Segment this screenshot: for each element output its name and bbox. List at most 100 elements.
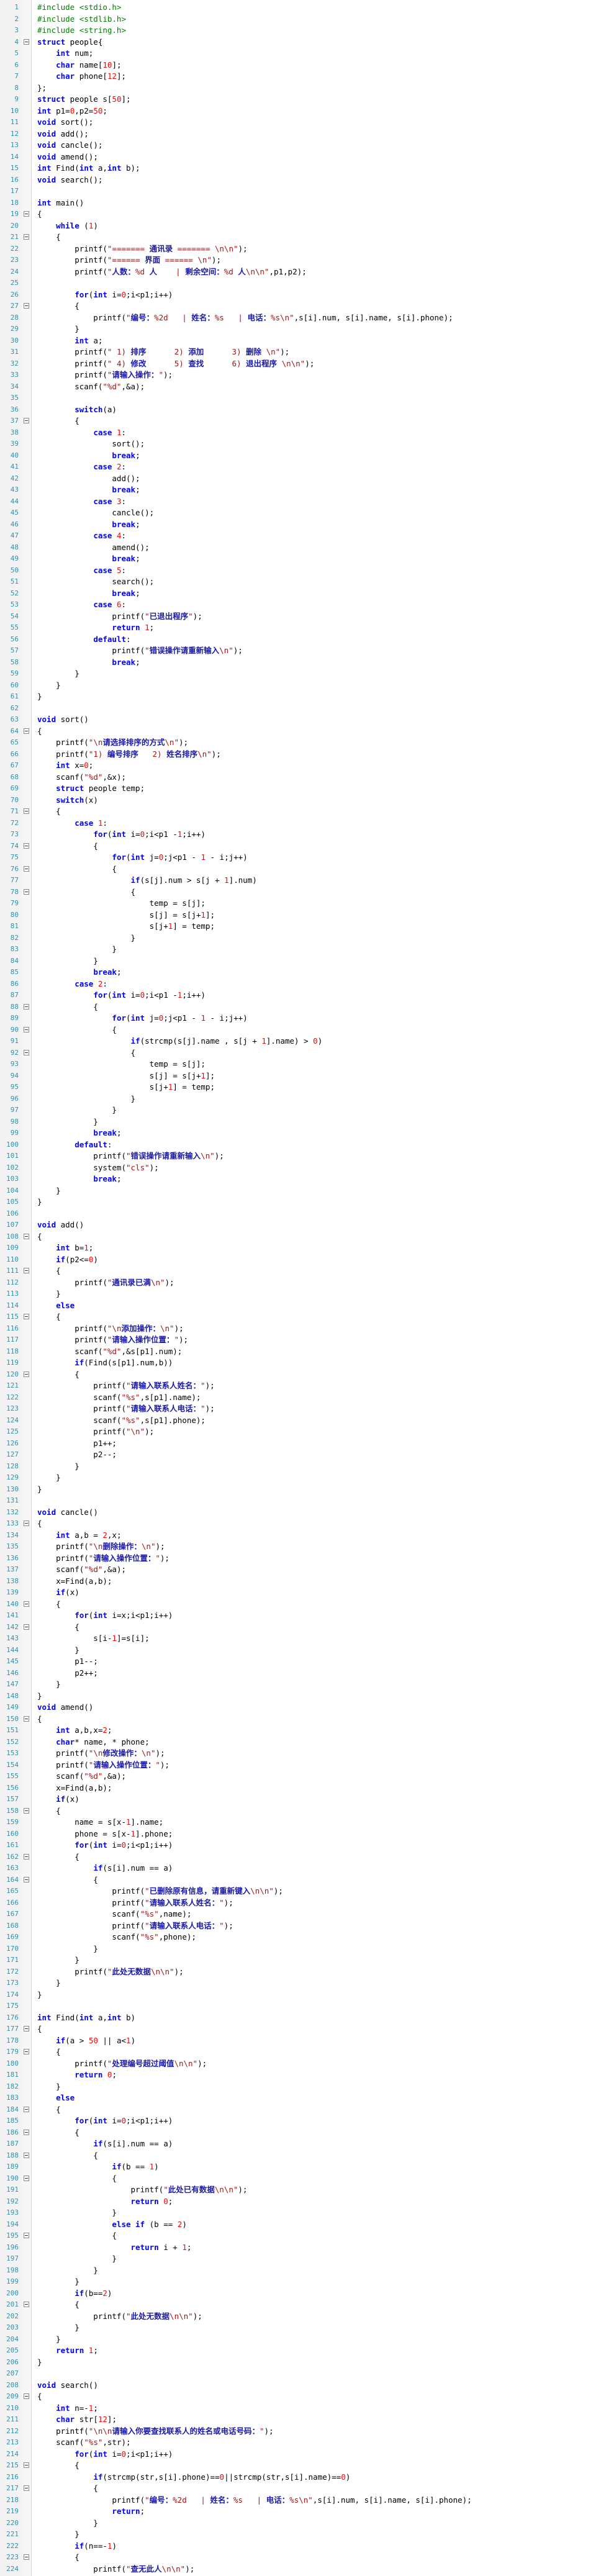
fold-collapse-icon[interactable]: [24, 2393, 29, 2399]
fold-collapse-icon[interactable]: [24, 2175, 29, 2181]
code-line[interactable]: 126 p1++;: [0, 1438, 616, 1449]
code-line[interactable]: 215 {: [0, 2460, 616, 2471]
code-line[interactable]: 40 break;: [0, 450, 616, 461]
fold-collapse-icon[interactable]: [24, 1268, 29, 1273]
code-line[interactable]: 117 printf("请输入操作位置：");: [0, 1334, 616, 1345]
code-line[interactable]: 164 {: [0, 1874, 616, 1886]
code-line[interactable]: 86 case 2:: [0, 978, 616, 990]
fold-collapse-icon[interactable]: [24, 1715, 29, 1722]
code-line[interactable]: 102 system("cls");: [0, 1162, 616, 1173]
code-line[interactable]: 208 void search(): [0, 2380, 616, 2391]
fold-collapse-icon[interactable]: [24, 2129, 29, 2135]
code-line[interactable]: 222 if(n==-1): [0, 2541, 616, 2552]
code-line[interactable]: 149 void amend(): [0, 1702, 616, 1713]
code-line[interactable]: 14 void amend();: [0, 151, 616, 163]
code-line[interactable]: 151 int a,b,x=2;: [0, 1725, 616, 1736]
code-line[interactable]: 207: [0, 2368, 616, 2379]
fold-collapse-icon[interactable]: [24, 1807, 29, 1814]
code-line[interactable]: 201 {: [0, 2299, 616, 2310]
code-line[interactable]: 99 break;: [0, 1128, 616, 1139]
code-line[interactable]: 144 }: [0, 1645, 616, 1656]
code-line[interactable]: 137 scanf("%d",&a);: [0, 1564, 616, 1575]
code-line[interactable]: 114 else: [0, 1300, 616, 1311]
code-line[interactable]: 103 break;: [0, 1173, 616, 1185]
fold-collapse-icon[interactable]: [24, 2106, 29, 2112]
fold-collapse-icon[interactable]: [24, 2554, 29, 2560]
fold-collapse-icon[interactable]: [24, 728, 29, 734]
code-line[interactable]: 75 for(int j=0;j<p1 - 1 - i;j++): [0, 852, 616, 863]
code-line[interactable]: 23 printf("====== 界面 ====== \n");: [0, 255, 616, 266]
code-line[interactable]: 79 temp = s[j];: [0, 898, 616, 909]
code-line[interactable]: 36 switch(a): [0, 404, 616, 415]
fold-collapse-icon[interactable]: [24, 418, 29, 423]
code-line[interactable]: 65 printf("\n请选择排序的方式\n");: [0, 737, 616, 748]
code-line[interactable]: 53 case 6:: [0, 599, 616, 610]
code-line[interactable]: 199 }: [0, 2276, 616, 2287]
code-line[interactable]: 107 void add(): [0, 1219, 616, 1231]
code-line[interactable]: 127 p2--;: [0, 1449, 616, 1460]
code-line[interactable]: 3 #include <string.h>: [0, 25, 616, 36]
code-line[interactable]: 74 {: [0, 841, 616, 852]
code-line[interactable]: 35: [0, 392, 616, 404]
code-line[interactable]: 162 {: [0, 1851, 616, 1863]
code-line[interactable]: 158 {: [0, 1805, 616, 1817]
code-line[interactable]: 129 }: [0, 1472, 616, 1483]
code-line[interactable]: 154 printf("请输入操作位置：");: [0, 1760, 616, 1771]
code-line[interactable]: 192 return 0;: [0, 2196, 616, 2207]
code-line[interactable]: 175: [0, 2000, 616, 2012]
code-line[interactable]: 210 int n=-1;: [0, 2403, 616, 2414]
code-line[interactable]: 49 break;: [0, 553, 616, 564]
code-line[interactable]: 58 break;: [0, 657, 616, 668]
code-editor[interactable]: 1 #include <stdio.h> 2 #include <stdlib.h> 3…: [0, 0, 616, 2576]
code-line[interactable]: 173 }: [0, 1977, 616, 1989]
code-line[interactable]: 46 break;: [0, 519, 616, 530]
code-line[interactable]: 48 amend();: [0, 542, 616, 553]
code-line[interactable]: 52 break;: [0, 588, 616, 599]
code-line[interactable]: 220 }: [0, 2518, 616, 2529]
fold-collapse-icon[interactable]: [24, 808, 29, 814]
code-line[interactable]: 188 {: [0, 2150, 616, 2161]
code-line[interactable]: 169 scanf("%s",phone);: [0, 1932, 616, 1943]
code-line[interactable]: 203 }: [0, 2322, 616, 2333]
code-line[interactable]: 33 printf("请输入操作：");: [0, 369, 616, 381]
code-line[interactable]: 70 switch(x): [0, 795, 616, 806]
fold-collapse-icon[interactable]: [24, 888, 29, 895]
code-line[interactable]: 219 return;: [0, 2506, 616, 2517]
code-line[interactable]: 90 {: [0, 1024, 616, 1036]
code-line[interactable]: 32 printf(" 4) 修改 5) 查找 6) 退出程序 \n\n");: [0, 358, 616, 369]
code-line[interactable]: 62: [0, 703, 616, 714]
code-line[interactable]: 209 {: [0, 2391, 616, 2402]
code-line[interactable]: 204 }: [0, 2334, 616, 2345]
code-line[interactable]: 4 struct people{: [0, 37, 616, 48]
fold-collapse-icon[interactable]: [24, 234, 29, 240]
code-line[interactable]: 45 cancle();: [0, 507, 616, 518]
code-line[interactable]: 211 char str[12];: [0, 2414, 616, 2425]
code-line[interactable]: 183 else: [0, 2092, 616, 2104]
code-line[interactable]: 13 void cancle();: [0, 140, 616, 151]
code-line[interactable]: 180 printf("处理编号超过阈值\n\n");: [0, 2058, 616, 2069]
code-line[interactable]: 77 if(s[j].num > s[j + 1].num): [0, 875, 616, 886]
code-line[interactable]: 133 {: [0, 1518, 616, 1529]
code-line[interactable]: 108 {: [0, 1231, 616, 1242]
code-line[interactable]: 167 scanf("%s",name);: [0, 1909, 616, 1920]
code-line[interactable]: 87 for(int i=0;i<p1 -1;i++): [0, 990, 616, 1001]
code-line[interactable]: 146 p2++;: [0, 1668, 616, 1679]
code-line[interactable]: 30 int a;: [0, 335, 616, 346]
fold-collapse-icon[interactable]: [24, 1049, 29, 1055]
code-line[interactable]: 159 name = s[x-1].name;: [0, 1817, 616, 1828]
code-line[interactable]: 8};: [0, 83, 616, 94]
code-line[interactable]: 135 printf("\n删除操作：\n");: [0, 1541, 616, 1552]
fold-collapse-icon[interactable]: [24, 1003, 29, 1010]
code-line[interactable]: 17: [0, 186, 616, 197]
code-line[interactable]: 54 printf("已退出程序");: [0, 611, 616, 622]
code-line[interactable]: 189 if(b == 1): [0, 2161, 616, 2172]
code-line[interactable]: 59 }: [0, 668, 616, 679]
code-line[interactable]: 217 {: [0, 2483, 616, 2494]
code-line[interactable]: 12 void add();: [0, 129, 616, 140]
code-line[interactable]: 21 {: [0, 232, 616, 243]
code-line[interactable]: 100 default:: [0, 1139, 616, 1150]
code-line[interactable]: 38 case 1:: [0, 427, 616, 438]
code-line[interactable]: 145 p1--;: [0, 1656, 616, 1667]
code-line[interactable]: 157 if(x): [0, 1794, 616, 1805]
code-line[interactable]: 69 struct people temp;: [0, 783, 616, 794]
